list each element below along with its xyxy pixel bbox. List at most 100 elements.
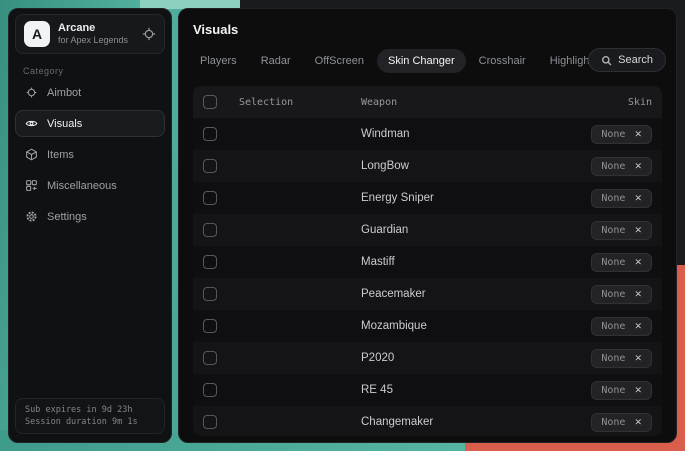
tab-players[interactable]: Players — [189, 49, 248, 73]
sub-expires-text: Sub expires in 9d 23h — [25, 405, 155, 415]
tab-offscreen[interactable]: OffScreen — [304, 49, 375, 73]
search-button[interactable]: Search — [588, 48, 666, 72]
skin-select[interactable]: None ✕ — [591, 317, 652, 336]
tab-radar[interactable]: Radar — [250, 49, 302, 73]
row-checkbox[interactable] — [203, 415, 217, 429]
sidebar-item-label: Items — [47, 149, 74, 161]
app-subtitle: for Apex Legends — [58, 35, 134, 46]
clear-skin-icon[interactable]: ✕ — [634, 225, 642, 236]
search-button-label: Search — [618, 54, 653, 66]
clear-skin-icon[interactable]: ✕ — [634, 129, 642, 140]
skin-value: None — [601, 129, 625, 140]
table-row: Changemaker None ✕ — [193, 406, 662, 436]
row-checkbox[interactable] — [203, 351, 217, 365]
table-row: Energy Sniper None ✕ — [193, 182, 662, 214]
skin-select[interactable]: None ✕ — [591, 413, 652, 432]
skin-value: None — [601, 161, 625, 172]
sidebar-item-visuals[interactable]: Visuals — [15, 110, 165, 137]
skin-select[interactable]: None ✕ — [591, 349, 652, 368]
table-row: LongBow None ✕ — [193, 150, 662, 182]
clear-skin-icon[interactable]: ✕ — [634, 289, 642, 300]
app-name: Arcane — [58, 22, 134, 36]
gear-icon — [25, 210, 38, 223]
app-logo: A — [24, 21, 50, 47]
sidebar-item-items[interactable]: Items — [15, 141, 165, 168]
cube-icon — [25, 148, 38, 161]
subscription-card: Sub expires in 9d 23h Session duration 9… — [15, 398, 165, 434]
tiles-icon — [25, 179, 38, 192]
skin-select[interactable]: None ✕ — [591, 381, 652, 400]
tab-bar: Players Radar OffScreen Skin Changer Cro… — [189, 49, 592, 73]
page-title: Visuals — [193, 22, 238, 37]
weapon-name: Windman — [361, 128, 591, 140]
row-checkbox[interactable] — [203, 255, 217, 269]
weapon-name: Guardian — [361, 224, 591, 236]
app-header-card: A Arcane for Apex Legends — [15, 14, 165, 54]
clear-skin-icon[interactable]: ✕ — [634, 385, 642, 396]
sidebar-item-label: Aimbot — [47, 87, 81, 99]
sidebar-item-label: Visuals — [47, 118, 82, 130]
skin-value: None — [601, 385, 625, 396]
table-row: Guardian None ✕ — [193, 214, 662, 246]
clear-skin-icon[interactable]: ✕ — [634, 321, 642, 332]
weapon-name: LongBow — [361, 160, 591, 172]
row-checkbox[interactable] — [203, 127, 217, 141]
skin-select[interactable]: None ✕ — [591, 125, 652, 144]
column-header-skin: Skin — [628, 97, 652, 108]
skin-value: None — [601, 353, 625, 364]
row-checkbox[interactable] — [203, 191, 217, 205]
table-row: Mozambique None ✕ — [193, 310, 662, 342]
skin-select[interactable]: None ✕ — [591, 157, 652, 176]
weapon-name: Mastiff — [361, 256, 591, 268]
skin-value: None — [601, 193, 625, 204]
skin-value: None — [601, 225, 625, 236]
weapon-name: Peacemaker — [361, 288, 591, 300]
session-duration-text: Session duration 9m 1s — [25, 417, 155, 427]
eye-icon — [25, 117, 38, 130]
table-header-row: Selection Weapon Skin — [193, 86, 662, 118]
search-icon — [601, 55, 612, 66]
main-panel: Visuals Players Radar OffScreen Skin Cha… — [178, 8, 677, 443]
skin-select[interactable]: None ✕ — [591, 221, 652, 240]
row-checkbox[interactable] — [203, 287, 217, 301]
clear-skin-icon[interactable]: ✕ — [634, 353, 642, 364]
tab-skin-changer[interactable]: Skin Changer — [377, 49, 466, 73]
skin-value: None — [601, 257, 625, 268]
weapon-name: Mozambique — [361, 320, 591, 332]
column-header-weapon: Weapon — [361, 97, 628, 108]
table-row: Peacemaker None ✕ — [193, 278, 662, 310]
tab-crosshair[interactable]: Crosshair — [468, 49, 537, 73]
sidebar: A Arcane for Apex Legends Category Aimbo… — [8, 8, 172, 443]
table-row: RE 45 None ✕ — [193, 374, 662, 406]
sidebar-item-settings[interactable]: Settings — [15, 203, 165, 230]
skin-value: None — [601, 289, 625, 300]
target-icon[interactable] — [142, 27, 156, 41]
skin-select[interactable]: None ✕ — [591, 189, 652, 208]
column-header-selection: Selection — [239, 97, 361, 108]
skin-select[interactable]: None ✕ — [591, 253, 652, 272]
table-row: Windman None ✕ — [193, 118, 662, 150]
skin-value: None — [601, 321, 625, 332]
sidebar-item-miscellaneous[interactable]: Miscellaneous — [15, 172, 165, 199]
row-checkbox[interactable] — [203, 383, 217, 397]
crosshair-icon — [25, 86, 38, 99]
app-titles: Arcane for Apex Legends — [58, 22, 134, 47]
select-all-checkbox[interactable] — [203, 95, 217, 109]
weapon-name: RE 45 — [361, 384, 591, 396]
clear-skin-icon[interactable]: ✕ — [634, 257, 642, 268]
clear-skin-icon[interactable]: ✕ — [634, 417, 642, 428]
weapon-name: Changemaker — [361, 416, 591, 428]
row-checkbox[interactable] — [203, 223, 217, 237]
category-label: Category — [23, 66, 64, 76]
row-checkbox[interactable] — [203, 319, 217, 333]
sidebar-item-aimbot[interactable]: Aimbot — [15, 79, 165, 106]
sidebar-nav: Aimbot Visuals Items Miscellaneous Setti… — [15, 79, 165, 230]
skin-select[interactable]: None ✕ — [591, 285, 652, 304]
row-checkbox[interactable] — [203, 159, 217, 173]
table-row: Mastiff None ✕ — [193, 246, 662, 278]
table-row: P2020 None ✕ — [193, 342, 662, 374]
skin-value: None — [601, 417, 625, 428]
sidebar-item-label: Settings — [47, 211, 87, 223]
clear-skin-icon[interactable]: ✕ — [634, 193, 642, 204]
clear-skin-icon[interactable]: ✕ — [634, 161, 642, 172]
